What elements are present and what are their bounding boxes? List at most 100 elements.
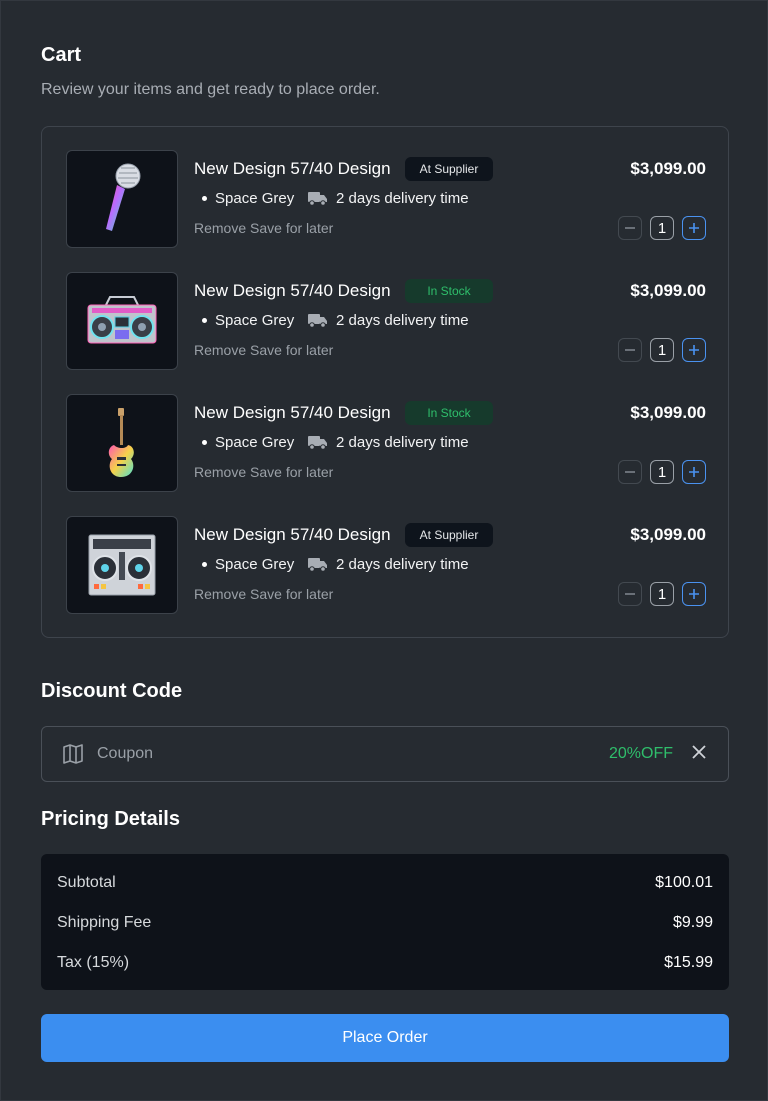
product-color: Space Grey [215,556,295,573]
product-name[interactable]: New Design 57/40 Design [194,159,391,179]
pricing-row-subtotal: Subtotal $100.01 [57,874,713,894]
decrease-quantity-button[interactable] [618,216,642,240]
availability-badge: In Stock [405,279,493,303]
product-name[interactable]: New Design 57/40 Design [194,281,391,301]
truck-icon [308,557,328,572]
product-color: Space Grey [215,190,295,207]
save-for-later-link[interactable]: Save for later [250,342,333,358]
cart-item: New Design 57/40 Design In Stock Space G… [66,394,706,492]
pricing-value: $100.01 [655,874,713,891]
pricing-label: Tax (15%) [57,954,130,971]
product-image-dj-controller[interactable] [66,516,178,614]
bullet-dot [202,318,207,323]
delivery-time: 2 days delivery time [336,190,469,207]
availability-badge: In Stock [405,401,493,425]
product-color: Space Grey [215,434,295,451]
cart-item: New Design 57/40 Design In Stock Space G… [66,272,706,370]
cart-item: New Design 57/40 Design At Supplier Spac… [66,150,706,248]
decrease-quantity-button[interactable] [618,460,642,484]
product-color: Space Grey [215,312,295,329]
product-price: $3,099.00 [630,525,706,544]
coupon-field: 20%OFF [41,726,729,782]
delivery-info: 2 days delivery time [308,434,469,451]
save-for-later-link[interactable]: Save for later [250,586,333,602]
bullet-dot [202,562,207,567]
quantity-stepper: 1 [618,460,706,484]
remove-link[interactable]: Remove [194,220,246,236]
pricing-label: Shipping Fee [57,914,152,931]
bullet-dot [202,196,207,201]
coupon-input[interactable] [97,741,517,767]
pricing-details-title: Pricing Details [41,808,180,830]
plus-icon [689,345,699,355]
cart-item: New Design 57/40 Design At Supplier Spac… [66,516,706,614]
decrease-quantity-button[interactable] [618,338,642,362]
pricing-summary: Subtotal $100.01 Shipping Fee $9.99 Tax … [41,854,729,990]
cart-page: Cart Review your items and get ready to … [0,0,768,1101]
save-for-later-link[interactable]: Save for later [250,464,333,480]
plus-icon [689,467,699,477]
pricing-value: $15.99 [664,954,713,971]
pricing-row-tax: Tax (15%) $15.99 [57,954,713,974]
increase-quantity-button[interactable] [682,216,706,240]
increase-quantity-button[interactable] [682,338,706,362]
cart-items-list: New Design 57/40 Design At Supplier Spac… [41,126,729,638]
applied-coupon-code: 20%OFF [608,745,673,762]
truck-icon [308,313,328,328]
remove-link[interactable]: Remove [194,586,246,602]
coupon-map-icon [63,744,83,769]
pricing-row-shipping: Shipping Fee $9.99 [57,914,713,934]
item-actions: Remove Save for later [194,586,333,602]
item-actions: Remove Save for later [194,220,333,236]
cart-title: Cart [41,44,82,66]
remove-coupon-close-icon[interactable] [692,745,706,764]
product-variant: Space Grey [202,434,294,451]
availability-badge: At Supplier [405,157,493,181]
truck-icon [308,191,328,206]
delivery-time: 2 days delivery time [336,312,469,329]
minus-icon [625,349,635,351]
delivery-time: 2 days delivery time [336,556,469,573]
product-price: $3,099.00 [630,403,706,422]
remove-link[interactable]: Remove [194,464,246,480]
quantity-value[interactable]: 1 [650,338,674,362]
place-order-button[interactable]: Place Order [41,1014,729,1062]
availability-badge: At Supplier [405,523,493,547]
cart-subtitle: Review your items and get ready to place… [41,81,380,98]
decrease-quantity-button[interactable] [618,582,642,606]
delivery-time: 2 days delivery time [336,434,469,451]
product-name[interactable]: New Design 57/40 Design [194,403,391,423]
product-price: $3,099.00 [630,281,706,300]
quantity-value[interactable]: 1 [650,216,674,240]
item-actions: Remove Save for later [194,464,333,480]
truck-icon [308,435,328,450]
plus-icon [689,589,699,599]
product-variant: Space Grey [202,312,294,329]
pricing-label: Subtotal [57,874,116,891]
discount-code-title: Discount Code [41,680,183,702]
product-image-guitar[interactable] [66,394,178,492]
quantity-value[interactable]: 1 [650,460,674,484]
quantity-value[interactable]: 1 [650,582,674,606]
minus-icon [625,471,635,473]
product-image-microphone[interactable] [66,150,178,248]
delivery-info: 2 days delivery time [308,556,469,573]
product-image-boombox[interactable] [66,272,178,370]
minus-icon [625,227,635,229]
delivery-info: 2 days delivery time [308,312,469,329]
product-variant: Space Grey [202,190,294,207]
increase-quantity-button[interactable] [682,582,706,606]
bullet-dot [202,440,207,445]
pricing-value: $9.99 [672,914,713,931]
product-variant: Space Grey [202,556,294,573]
remove-link[interactable]: Remove [194,342,246,358]
plus-icon [689,223,699,233]
quantity-stepper: 1 [618,216,706,240]
minus-icon [625,593,635,595]
save-for-later-link[interactable]: Save for later [250,220,333,236]
product-name[interactable]: New Design 57/40 Design [194,525,391,545]
product-price: $3,099.00 [630,159,706,178]
delivery-info: 2 days delivery time [308,190,469,207]
quantity-stepper: 1 [618,582,706,606]
increase-quantity-button[interactable] [682,460,706,484]
